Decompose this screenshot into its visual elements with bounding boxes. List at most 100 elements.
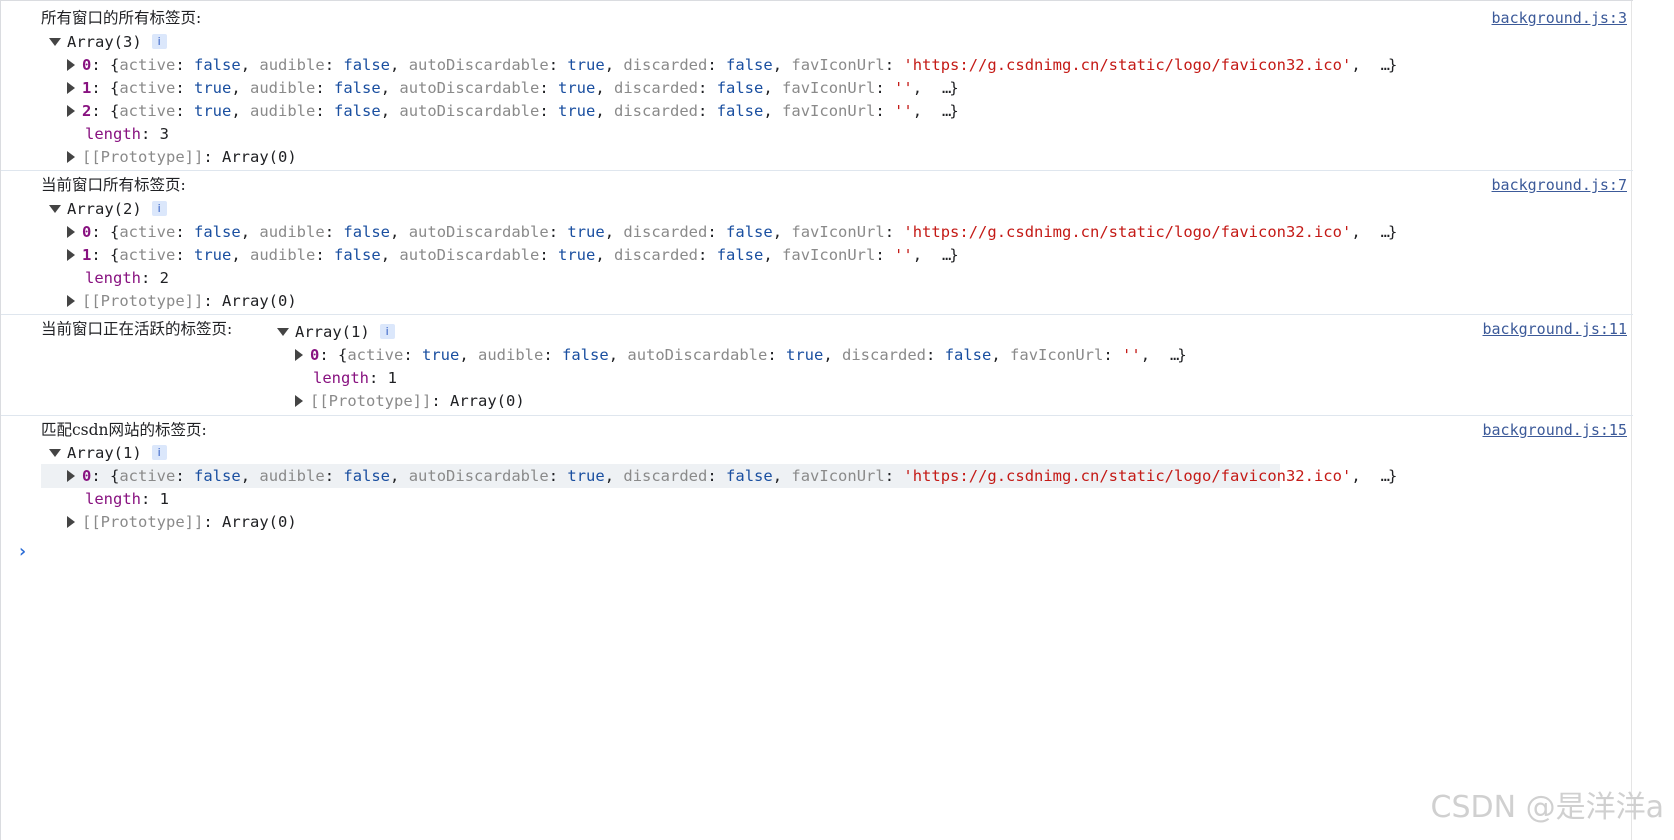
key-active: active [119, 246, 176, 264]
array-item-0[interactable]: 0: {active: false, audible: false, autoD… [67, 220, 1397, 244]
key-discarded: discarded [614, 246, 699, 264]
value-audible: false [562, 346, 609, 364]
prototype-row[interactable]: [[Prototype]]: Array(0) [67, 289, 297, 313]
key-autodiscardable: autoDiscardable [408, 467, 549, 485]
info-icon[interactable]: i [379, 324, 395, 339]
triangle-down-icon[interactable] [49, 204, 61, 213]
array-item-1[interactable]: 1: {active: true, audible: false, autoDi… [67, 243, 959, 267]
console-prompt-chevron-icon[interactable]: › [17, 541, 28, 562]
key-prototype: [[Prototype]] [82, 513, 204, 531]
info-icon[interactable]: i [151, 445, 167, 460]
length-row: length: 3 [85, 125, 170, 143]
array-expander[interactable]: Array(1) i [277, 320, 395, 344]
prototype-row[interactable]: [[Prototype]]: Array(0) [67, 510, 297, 534]
key-length: length [313, 369, 369, 387]
triangle-right-icon[interactable] [67, 58, 75, 71]
key-autodiscardable: autoDiscardable [627, 346, 768, 364]
key-faviconurl: favIconUrl [1010, 346, 1104, 364]
triangle-right-icon[interactable] [67, 150, 75, 163]
triangle-right-icon[interactable] [67, 81, 75, 94]
value-active: false [194, 56, 241, 74]
source-link[interactable]: background.js:11 [1483, 317, 1628, 341]
triangle-right-icon[interactable] [67, 248, 75, 261]
key-autodiscardable: autoDiscardable [399, 79, 540, 97]
key-prototype: [[Prototype]] [82, 148, 204, 166]
array-item-0[interactable]: 0: {active: false, audible: false, autoD… [67, 53, 1397, 77]
key-faviconurl: favIconUrl [782, 246, 876, 264]
value-prototype: Array(0) [222, 148, 297, 166]
value-active: true [194, 246, 232, 264]
value-autodiscardable: true [567, 467, 605, 485]
log-label: 当前窗口正在活跃的标签页: [41, 320, 233, 338]
triangle-right-icon[interactable] [295, 394, 303, 407]
ellipsis-icon[interactable]: … [1381, 467, 1390, 485]
array-expander[interactable]: Array(2) i [49, 197, 167, 221]
key-length: length [85, 490, 141, 508]
array-expander[interactable]: Array(3) i [49, 30, 167, 54]
value-audible: false [334, 102, 381, 120]
triangle-down-icon[interactable] [49, 37, 61, 46]
ellipsis-icon[interactable]: … [1381, 56, 1390, 74]
source-link[interactable]: background.js:7 [1492, 173, 1627, 197]
length-row: length: 1 [313, 369, 398, 387]
value-autodiscardable: true [558, 79, 596, 97]
prototype-row[interactable]: [[Prototype]]: Array(0) [295, 389, 525, 413]
triangle-right-icon[interactable] [67, 225, 75, 238]
item-index: 1 [82, 246, 92, 264]
value-prototype: Array(0) [222, 513, 297, 531]
prototype-row[interactable]: [[Prototype]]: Array(0) [67, 145, 297, 169]
value-active: true [194, 79, 232, 97]
value-length: 1 [387, 369, 398, 387]
key-length: length [85, 125, 141, 143]
key-autodiscardable: autoDiscardable [408, 223, 549, 241]
ellipsis-icon[interactable]: … [1381, 223, 1390, 241]
value-active: false [194, 223, 241, 241]
key-autodiscardable: autoDiscardable [399, 102, 540, 120]
triangle-right-icon[interactable] [67, 294, 75, 307]
item-index: 0 [82, 223, 92, 241]
array-item-0[interactable]: 0: {active: true, audible: false, autoDi… [295, 343, 1187, 367]
info-icon[interactable]: i [151, 34, 167, 49]
log-label: 所有窗口的所有标签页: [41, 9, 202, 27]
value-faviconurl: '' [894, 79, 913, 97]
key-audible: audible [259, 223, 325, 241]
key-discarded: discarded [842, 346, 927, 364]
value-autodiscardable: true [567, 223, 605, 241]
key-autodiscardable: autoDiscardable [408, 56, 549, 74]
key-discarded: discarded [623, 467, 708, 485]
value-autodiscardable: true [558, 102, 596, 120]
value-faviconurl: 'https://g.csdnimg.cn/static/logo/favico… [903, 56, 1352, 74]
length-row: length: 2 [85, 269, 170, 287]
triangle-down-icon[interactable] [49, 448, 61, 457]
value-autodiscardable: true [786, 346, 824, 364]
value-autodiscardable: true [567, 56, 605, 74]
value-prototype: Array(0) [222, 292, 297, 310]
array-expander[interactable]: Array(1) i [49, 441, 167, 465]
value-faviconurl: '' [894, 102, 913, 120]
triangle-right-icon[interactable] [295, 348, 303, 361]
key-audible: audible [259, 56, 325, 74]
value-faviconurl: 'https://g.csdnimg.cn/static/logo/favico… [903, 467, 1352, 485]
value-discarded: false [726, 56, 773, 74]
source-link[interactable]: background.js:3 [1492, 6, 1627, 30]
console-message-3: 当前窗口正在活跃的标签页: background.js:11 Array(1) i… [1, 315, 1633, 416]
value-active: true [422, 346, 460, 364]
console-message-1: 所有窗口的所有标签页: background.js:3 Array(3) i 0:… [1, 4, 1633, 171]
value-faviconurl: '' [1122, 346, 1141, 364]
key-active: active [119, 79, 176, 97]
key-prototype: [[Prototype]] [310, 392, 432, 410]
array-item-2[interactable]: 2: {active: true, audible: false, autoDi… [67, 99, 959, 123]
item-index: 0 [82, 56, 92, 74]
triangle-right-icon[interactable] [67, 104, 75, 117]
log-label: 当前窗口所有标签页: [41, 176, 186, 194]
triangle-down-icon[interactable] [277, 327, 289, 336]
triangle-right-icon[interactable] [67, 469, 75, 482]
triangle-right-icon[interactable] [67, 515, 75, 528]
info-icon[interactable]: i [151, 201, 167, 216]
value-discarded: false [716, 79, 764, 97]
source-link[interactable]: background.js:15 [1483, 418, 1628, 442]
array-item-1[interactable]: 1: {active: true, audible: false, autoDi… [67, 76, 959, 100]
key-discarded: discarded [623, 223, 708, 241]
array-item-0[interactable]: 0: {active: false, audible: false, autoD… [41, 464, 1397, 488]
key-faviconurl: favIconUrl [791, 56, 885, 74]
